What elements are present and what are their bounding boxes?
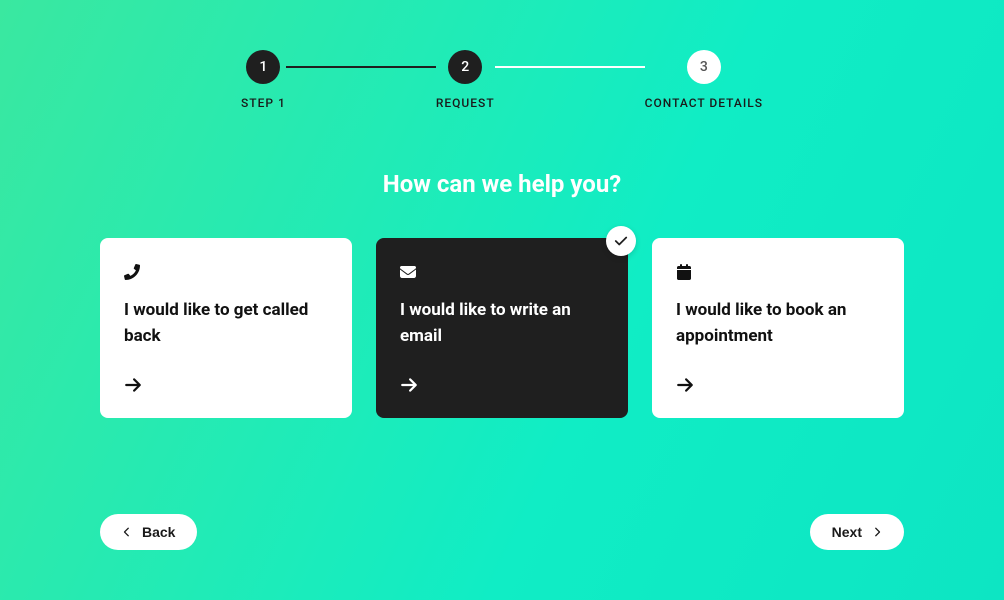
next-button[interactable]: Next [810,514,904,550]
step-1[interactable]: 1 STEP 1 [241,50,286,110]
phone-icon [124,264,328,282]
step-1-circle: 1 [246,50,280,84]
stepper: 1 STEP 1 2 REQUEST 3 CONTACT DETAILS [100,50,904,110]
step-3[interactable]: 3 CONTACT DETAILS [645,50,763,110]
option-cards: I would like to get called back I would … [100,238,904,418]
step-2-circle: 2 [448,50,482,84]
option-card-email[interactable]: I would like to write an email [376,238,628,418]
back-button[interactable]: Back [100,514,197,550]
option-card-appointment[interactable]: I would like to book an appointment [652,238,904,418]
arrow-right-icon [124,376,328,398]
step-1-label: STEP 1 [241,96,286,110]
arrow-right-icon [676,376,880,398]
option-card-title: I would like to book an appointment [676,298,880,364]
step-2[interactable]: 2 REQUEST [436,50,495,110]
connector-2-3 [495,66,645,68]
step-2-label: REQUEST [436,96,495,110]
arrow-right-icon [400,376,604,398]
step-3-label: CONTACT DETAILS [645,96,763,110]
connector-1-2 [286,66,436,68]
calendar-icon [676,264,880,282]
page-heading: How can we help you? [100,170,904,198]
envelope-icon [400,264,604,282]
back-button-label: Back [142,524,175,540]
option-card-title: I would like to write an email [400,298,604,364]
nav-row: Back Next [100,514,904,560]
option-card-title: I would like to get called back [124,298,328,364]
check-icon [606,226,636,256]
chevron-left-icon [122,524,132,540]
chevron-right-icon [872,524,882,540]
step-3-circle: 3 [687,50,721,84]
next-button-label: Next [832,524,862,540]
option-card-callback[interactable]: I would like to get called back [100,238,352,418]
